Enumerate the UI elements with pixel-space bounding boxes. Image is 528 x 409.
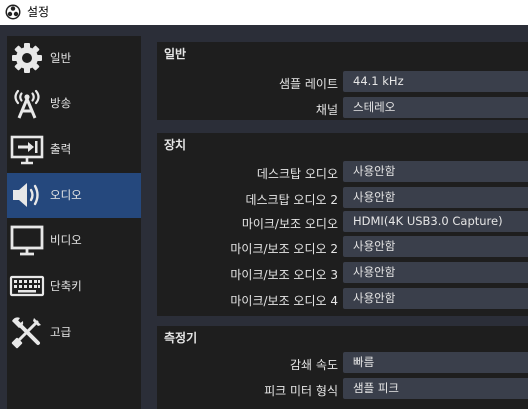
- device-label: 마이크/보조 오디오 4: [230, 294, 338, 308]
- channels-label: 채널: [315, 103, 338, 117]
- device-label: 마이크/보조 오디오 2: [230, 242, 338, 256]
- sidebar-item-label: 비디오: [50, 233, 82, 247]
- sidebar-item-label: 단축키: [50, 279, 82, 293]
- obs-logo-icon: [5, 4, 21, 20]
- meters-group: 측정기 감쇄 속도 빠름 피크 미터 형식 샘플 피크: [157, 326, 528, 409]
- peak-meter-type-select[interactable]: 샘플 피크: [343, 378, 528, 399]
- sidebar-item-label: 오디오: [50, 188, 82, 202]
- mic-aux-audio-3-select[interactable]: 사용안함: [343, 262, 528, 283]
- device-label: 데스크탑 오디오 2: [245, 193, 338, 207]
- desktop-audio-2-select[interactable]: 사용안함: [343, 187, 528, 208]
- sidebar-item-audio[interactable]: 오디오: [7, 173, 141, 218]
- mic-aux-audio-2-select[interactable]: 사용안함: [343, 236, 528, 257]
- mic-aux-audio-4-select[interactable]: 사용안함: [343, 288, 528, 309]
- sidebar-item-label: 방송: [50, 96, 72, 110]
- device-label: 데스크탑 오디오: [256, 167, 338, 181]
- peak-meter-type-row: 피크 미터 형식 샘플 피크: [157, 378, 528, 400]
- channels-row: 채널 스테레오: [157, 97, 528, 119]
- device-row: 마이크/보조 오디오 2 사용안함: [157, 236, 528, 258]
- mic-aux-audio-select[interactable]: HDMI(4K USB3.0 Capture): [343, 211, 528, 232]
- tools-icon: [11, 317, 41, 349]
- desktop-audio-select[interactable]: 사용안함: [343, 161, 528, 182]
- general-group-title: 일반: [164, 47, 187, 61]
- keyboard-icon: [9, 275, 45, 297]
- sidebar-item-label: 일반: [50, 51, 72, 65]
- sidebar-item-label: 출력: [50, 142, 72, 156]
- broadcast-antenna-icon: [14, 89, 40, 119]
- device-row: 마이크/보조 오디오 4 사용안함: [157, 288, 528, 310]
- device-row: 데스크탑 오디오 2 사용안함: [157, 187, 528, 209]
- settings-window-body: 일반 방송 출력 오디오 비디오 단축키 고급 일반 샘플 레이트 44.1 k…: [0, 25, 528, 409]
- device-label: 마이크/보조 오디오 3: [230, 268, 338, 282]
- meters-group-title: 측정기: [164, 331, 198, 345]
- sidebar-item-hotkeys[interactable]: 단축키: [7, 264, 141, 309]
- sidebar-item-stream[interactable]: 방송: [7, 81, 141, 126]
- sample-rate-select[interactable]: 44.1 kHz: [343, 71, 528, 92]
- decay-rate-label: 감쇄 속도: [290, 358, 338, 372]
- decay-rate-select[interactable]: 빠름: [343, 352, 528, 373]
- window-title: 설정: [27, 5, 50, 19]
- monitor-icon: [10, 225, 44, 256]
- sidebar-item-output[interactable]: 출력: [7, 127, 141, 172]
- general-group: 일반 샘플 레이트 44.1 kHz 채널 스테레오: [157, 42, 528, 120]
- sidebar-item-advanced[interactable]: 고급: [7, 310, 141, 355]
- peak-meter-type-label: 피크 미터 형식: [264, 384, 338, 398]
- sidebar-item-video[interactable]: 비디오: [7, 218, 141, 263]
- speaker-icon: [13, 183, 39, 207]
- devices-group-title: 장치: [164, 138, 187, 152]
- device-row: 마이크/보조 오디오 HDMI(4K USB3.0 Capture): [157, 211, 528, 233]
- channels-select[interactable]: 스테레오: [343, 97, 528, 118]
- sample-rate-label: 샘플 레이트: [278, 77, 338, 91]
- settings-sidebar: 일반 방송 출력 오디오 비디오 단축키 고급: [7, 36, 141, 409]
- title-bar: 설정: [0, 0, 528, 25]
- sample-rate-row: 샘플 레이트 44.1 kHz: [157, 71, 528, 93]
- decay-rate-row: 감쇄 속도 빠름: [157, 352, 528, 374]
- device-label: 마이크/보조 오디오: [241, 217, 338, 231]
- sidebar-item-general[interactable]: 일반: [7, 36, 141, 81]
- device-row: 데스크탑 오디오 사용안함: [157, 161, 528, 183]
- gear-icon: [12, 43, 42, 73]
- sidebar-item-label: 고급: [50, 325, 72, 339]
- device-row: 마이크/보조 오디오 3 사용안함: [157, 262, 528, 284]
- output-monitor-icon: [10, 135, 44, 165]
- devices-group: 장치 데스크탑 오디오 사용안함 데스크탑 오디오 2 사용안함 마이크/보조 …: [157, 133, 528, 316]
